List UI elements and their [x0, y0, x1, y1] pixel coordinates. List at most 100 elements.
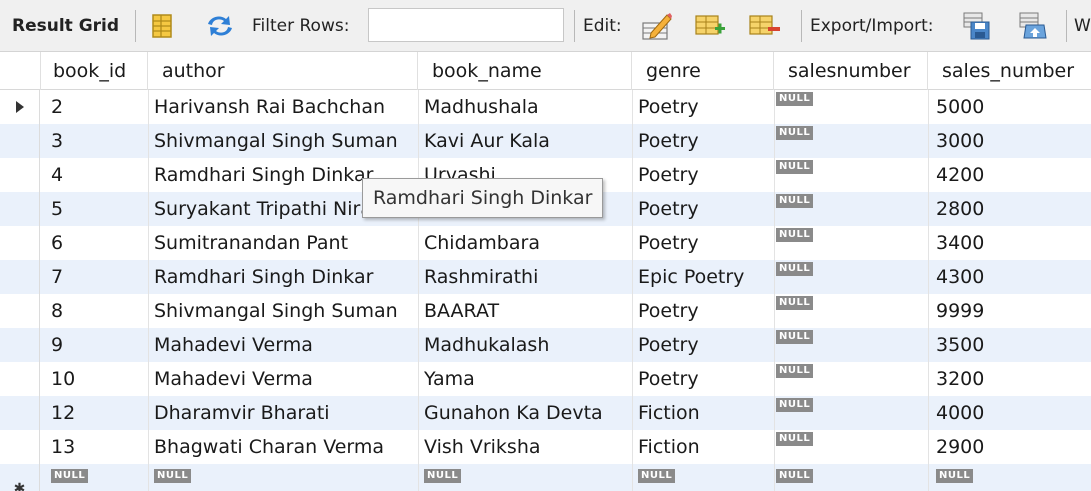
cell-author[interactable]: Sumitranandan Pant: [148, 226, 418, 260]
row-header[interactable]: [0, 294, 40, 328]
grid-view-icon[interactable]: [145, 9, 179, 43]
result-grid-tab[interactable]: Result Grid: [12, 0, 119, 52]
export-import-label: Export/Import:: [810, 16, 934, 36]
cell-genre[interactable]: Poetry: [632, 294, 774, 328]
cell-book-name[interactable]: Rashmirathi: [418, 260, 632, 294]
row-header[interactable]: [0, 90, 40, 124]
column-header-book-name[interactable]: book_name: [418, 52, 632, 90]
cell-author[interactable]: Bhagwati Charan Verma: [148, 430, 418, 464]
cell-book-id[interactable]: 13: [41, 430, 148, 464]
filter-rows-label-wrap: Filter Rows:: [252, 0, 349, 52]
cell-book-id[interactable]: 2: [41, 90, 148, 124]
cell-salesnumber[interactable]: NULL: [774, 124, 928, 158]
cell-sales-number[interactable]: 3200: [928, 362, 1091, 396]
cell-genre[interactable]: Poetry: [632, 124, 774, 158]
refresh-icon[interactable]: [203, 9, 237, 43]
edit-cell-icon[interactable]: [640, 9, 674, 43]
cell-book-id[interactable]: 7: [41, 260, 148, 294]
cell-book-name[interactable]: Gunahon Ka Devta: [418, 396, 632, 430]
cell-book-name[interactable]: Chidambara: [418, 226, 632, 260]
cell-salesnumber[interactable]: NULL: [774, 158, 928, 192]
cell-salesnumber[interactable]: NULL: [774, 362, 928, 396]
row-header[interactable]: [0, 396, 40, 430]
cell-book-id[interactable]: 5: [41, 192, 148, 226]
null-badge: NULL: [776, 296, 814, 310]
cell-book-id[interactable]: 9: [41, 328, 148, 362]
cell-salesnumber[interactable]: NULL: [774, 192, 928, 226]
cell-book-id[interactable]: 3: [41, 124, 148, 158]
new-cell-book-id[interactable]: NULL: [41, 464, 148, 491]
cell-salesnumber[interactable]: NULL: [774, 90, 928, 124]
cell-book-id[interactable]: 12: [41, 396, 148, 430]
column-header-author[interactable]: author: [148, 52, 418, 90]
column-header-book-id[interactable]: book_id: [41, 52, 148, 90]
cell-genre[interactable]: Poetry: [632, 90, 774, 124]
column-header-genre[interactable]: genre: [632, 52, 774, 90]
new-cell-book-name[interactable]: NULL: [418, 464, 632, 491]
column-header-sales-number[interactable]: sales_number: [928, 52, 1091, 90]
cell-book-name[interactable]: Vish Vriksha: [418, 430, 632, 464]
row-header[interactable]: [0, 328, 40, 362]
cell-book-name[interactable]: Madhukalash: [418, 328, 632, 362]
cell-salesnumber[interactable]: NULL: [774, 430, 928, 464]
cell-sales-number[interactable]: 4000: [928, 396, 1091, 430]
cell-salesnumber[interactable]: NULL: [774, 294, 928, 328]
cell-sales-number[interactable]: 5000: [928, 90, 1091, 124]
filter-rows-input[interactable]: [368, 8, 564, 42]
row-header[interactable]: ✱: [0, 464, 40, 491]
row-header[interactable]: [0, 260, 40, 294]
cell-sales-number[interactable]: 2800: [928, 192, 1091, 226]
cell-book-name[interactable]: Kavi Aur Kala: [418, 124, 632, 158]
cell-author[interactable]: Ramdhari Singh Dinkar: [148, 260, 418, 294]
cell-book-id[interactable]: 6: [41, 226, 148, 260]
cell-genre[interactable]: Poetry: [632, 328, 774, 362]
cell-salesnumber[interactable]: NULL: [774, 328, 928, 362]
cell-author[interactable]: Shivmangal Singh Suman: [148, 124, 418, 158]
cell-author[interactable]: Dharamvir Bharati: [148, 396, 418, 430]
new-cell-salesnumber[interactable]: NULL: [774, 464, 928, 491]
cell-sales-number[interactable]: 9999: [928, 294, 1091, 328]
row-header[interactable]: [0, 362, 40, 396]
add-row-icon[interactable]: [694, 9, 728, 43]
cell-book-id[interactable]: 4: [41, 158, 148, 192]
cell-book-name[interactable]: Yama: [418, 362, 632, 396]
cell-salesnumber[interactable]: NULL: [774, 226, 928, 260]
new-cell-author[interactable]: NULL: [148, 464, 418, 491]
cell-sales-number[interactable]: 3400: [928, 226, 1091, 260]
cell-author[interactable]: Harivansh Rai Bachchan: [148, 90, 418, 124]
column-header-salesnumber[interactable]: salesnumber: [774, 52, 928, 90]
row-header[interactable]: [0, 124, 40, 158]
cell-sales-number[interactable]: 4300: [928, 260, 1091, 294]
cell-genre[interactable]: Poetry: [632, 362, 774, 396]
cell-sales-number[interactable]: 2900: [928, 430, 1091, 464]
row-header[interactable]: [0, 430, 40, 464]
cell-genre[interactable]: Fiction: [632, 396, 774, 430]
cell-author[interactable]: Shivmangal Singh Suman: [148, 294, 418, 328]
cell-book-id[interactable]: 10: [41, 362, 148, 396]
cell-genre[interactable]: Epic Poetry: [632, 260, 774, 294]
cell-genre[interactable]: Fiction: [632, 430, 774, 464]
new-cell-genre[interactable]: NULL: [632, 464, 774, 491]
new-cell-sales-number[interactable]: NULL: [928, 464, 1091, 491]
row-header[interactable]: [0, 158, 40, 192]
cell-genre[interactable]: Poetry: [632, 192, 774, 226]
wrap-label-wrap[interactable]: W: [1074, 0, 1091, 52]
cell-book-name[interactable]: Madhushala: [418, 90, 632, 124]
cell-book-name[interactable]: BAARAT: [418, 294, 632, 328]
wrap-cell-label: W: [1074, 16, 1091, 36]
delete-row-icon[interactable]: [748, 9, 782, 43]
cell-salesnumber[interactable]: NULL: [774, 260, 928, 294]
row-header[interactable]: [0, 226, 40, 260]
export-icon[interactable]: [960, 9, 994, 43]
cell-sales-number[interactable]: 4200: [928, 158, 1091, 192]
cell-sales-number[interactable]: 3500: [928, 328, 1091, 362]
cell-book-id[interactable]: 8: [41, 294, 148, 328]
cell-author[interactable]: Mahadevi Verma: [148, 362, 418, 396]
row-header[interactable]: [0, 192, 40, 226]
cell-author[interactable]: Mahadevi Verma: [148, 328, 418, 362]
import-icon[interactable]: [1016, 9, 1050, 43]
cell-genre[interactable]: Poetry: [632, 226, 774, 260]
cell-genre[interactable]: Poetry: [632, 158, 774, 192]
cell-salesnumber[interactable]: NULL: [774, 396, 928, 430]
cell-sales-number[interactable]: 3000: [928, 124, 1091, 158]
